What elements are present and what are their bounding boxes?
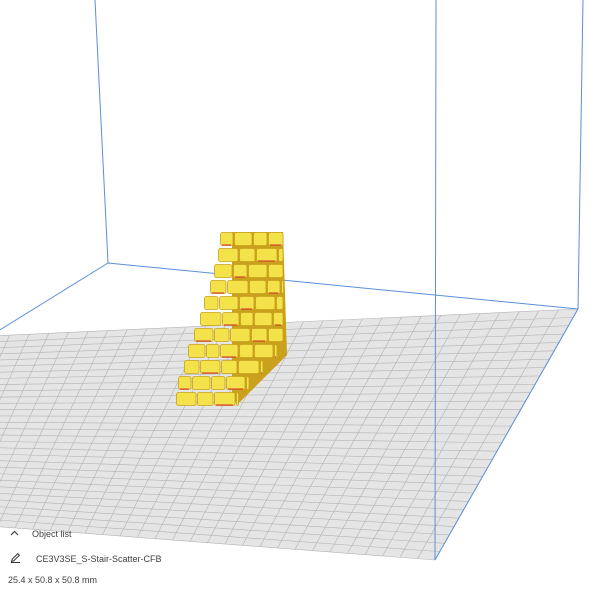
- model-brick: [281, 280, 284, 294]
- model-brick: [200, 312, 222, 326]
- model-brick: [222, 312, 240, 326]
- model-brick: [236, 392, 239, 406]
- build-volume-scene[interactable]: [0, 0, 600, 591]
- object-list-toggle[interactable]: Object list: [10, 528, 72, 539]
- model-brick: [188, 344, 206, 358]
- model-brick: [268, 232, 284, 246]
- model-brick: [219, 296, 239, 310]
- build-volume-edge: [94, 0, 109, 264]
- model-brick: [239, 248, 256, 262]
- model-brick: [214, 264, 233, 278]
- model-brick: [246, 376, 250, 390]
- model-brick: [273, 312, 284, 326]
- model-brick: [204, 296, 219, 310]
- model-brick: [211, 376, 226, 390]
- model-brick: [274, 344, 278, 358]
- model-brick: [221, 360, 238, 374]
- pencil-icon[interactable]: [10, 552, 22, 565]
- model-brick: [218, 248, 239, 262]
- model-brick: [239, 344, 254, 358]
- object-name: CE3V3SE_S-Stair-Scatter-CFB: [36, 553, 162, 564]
- model-brick: [255, 296, 276, 310]
- object-list-label: Object list: [32, 528, 72, 539]
- model-brick: [200, 360, 221, 374]
- model-brick: [220, 344, 239, 358]
- model-brick: [214, 392, 236, 406]
- model-brick: [251, 328, 268, 342]
- model-brick: [230, 328, 251, 342]
- model-brick: [254, 312, 273, 326]
- model-brick: [278, 248, 284, 262]
- model-brick: [239, 296, 255, 310]
- chevron-up-icon: [10, 528, 20, 539]
- model-brick: [206, 344, 220, 358]
- model-brick: [226, 376, 246, 390]
- model-brick: [234, 232, 253, 246]
- model-brick: [233, 264, 248, 278]
- model-brick: [260, 360, 264, 374]
- model-brick: [184, 360, 200, 374]
- model-brick: [276, 296, 284, 310]
- object-dimensions: 25.4 x 50.8 x 50.8 mm: [8, 575, 97, 585]
- dimensions-text: 25.4 x 50.8 x 50.8 mm: [8, 575, 98, 585]
- model-brick: [240, 312, 254, 326]
- model-brick: [268, 328, 284, 342]
- model-brick: [268, 264, 284, 278]
- model-brick: [176, 392, 197, 406]
- model-brick: [197, 392, 214, 406]
- object-list-panel: Object list CE3V3SE_S-Stair-Scatter-CFB …: [0, 520, 260, 591]
- model-brick: [194, 328, 214, 342]
- object-list-item[interactable]: CE3V3SE_S-Stair-Scatter-CFB: [10, 552, 162, 565]
- model-brick: [192, 376, 211, 390]
- model-brick: [248, 264, 268, 278]
- model-brick: [238, 360, 260, 374]
- model-brick: [220, 232, 234, 246]
- model-brick: [214, 328, 230, 342]
- 3d-viewport[interactable]: Object list CE3V3SE_S-Stair-Scatter-CFB …: [0, 0, 600, 591]
- model-brick: [210, 280, 227, 294]
- model-brick: [256, 248, 278, 262]
- model-brick: [254, 344, 274, 358]
- model-brick: [227, 280, 249, 294]
- model-brick: [178, 376, 192, 390]
- build-volume-edge: [577, 0, 584, 310]
- model-brick: [253, 232, 268, 246]
- model-brick: [249, 280, 267, 294]
- model-brick: [267, 280, 281, 294]
